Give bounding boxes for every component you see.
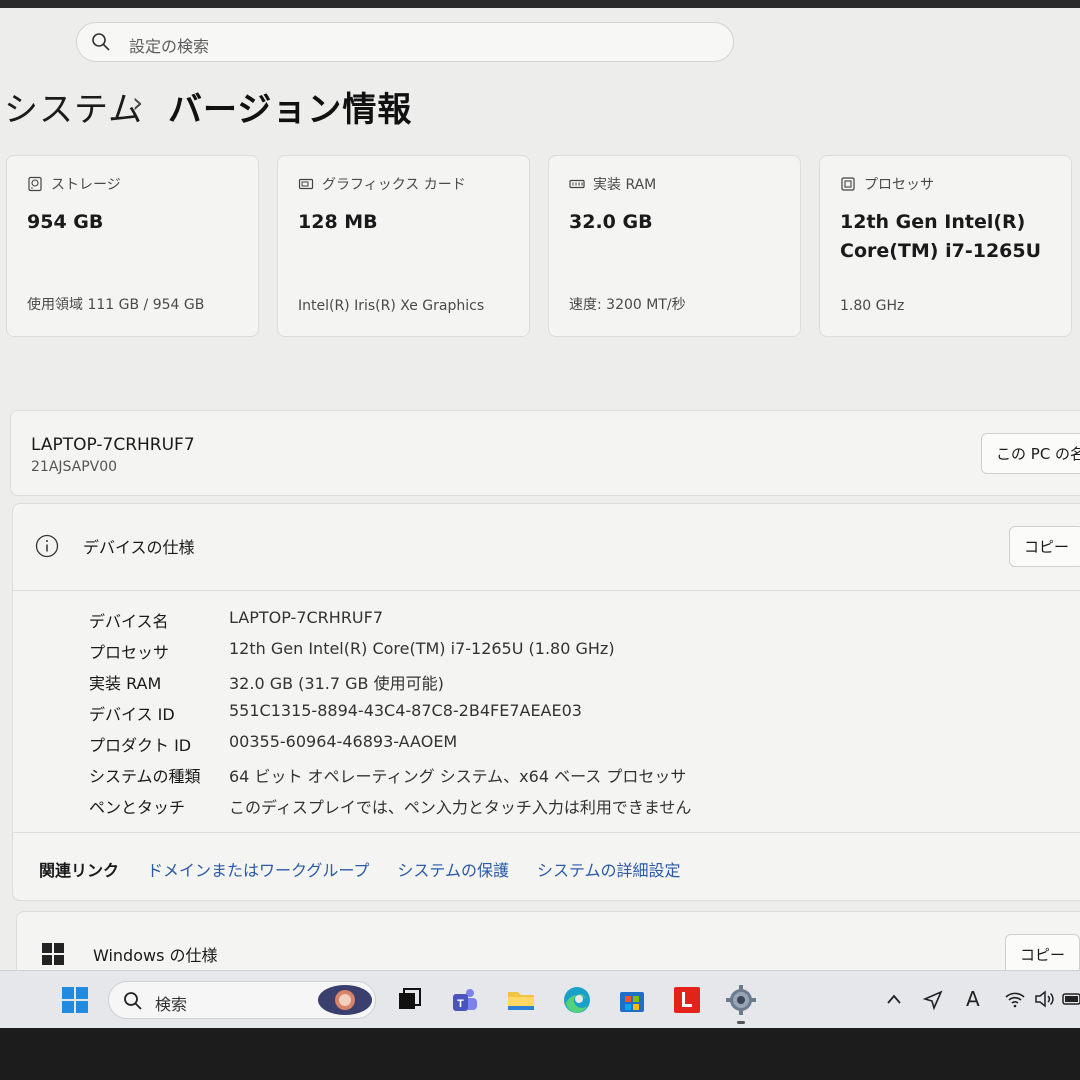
page-title: バージョン情報 bbox=[168, 90, 413, 130]
edge-button[interactable] bbox=[562, 985, 592, 1015]
graphics-card-value: 128 MB bbox=[298, 211, 378, 233]
spec-key: システムの種類 bbox=[89, 767, 201, 786]
start-button[interactable] bbox=[60, 985, 90, 1015]
storage-icon bbox=[28, 176, 42, 192]
gear-icon bbox=[726, 985, 756, 1015]
graphics-card-icon bbox=[298, 178, 314, 190]
store-icon bbox=[620, 992, 644, 1012]
related-links-label: 関連リンク bbox=[39, 861, 120, 880]
spec-value: 32.0 GB (31.7 GB 使用可能) bbox=[229, 674, 444, 693]
storage-card[interactable]: ストレージ 954 GB 使用領域 111 GB / 954 GB bbox=[6, 155, 259, 337]
settings-button[interactable] bbox=[726, 985, 756, 1015]
spec-value: 64 ビット オペレーティング システム、x64 ベース プロセッサ bbox=[229, 767, 687, 786]
graphics-card-card[interactable]: グラフィックス カード 128 MB Intel(R) Iris(R) Xe G… bbox=[277, 155, 530, 337]
copy-device-spec-button[interactable]: コピー bbox=[1009, 526, 1080, 567]
taskbar-search-input[interactable]: 検索 bbox=[108, 981, 376, 1019]
windows-start-icon bbox=[62, 987, 88, 1013]
search-placeholder: 設定の検索 bbox=[129, 37, 210, 56]
file-explorer-button[interactable] bbox=[506, 985, 536, 1015]
spec-key: デバイス ID bbox=[89, 705, 175, 724]
device-name-row: LAPTOP-7CRHRUF7 21AJSAPV00 この PC の名 bbox=[10, 410, 1080, 496]
processor-value: 12th Gen Intel(R) Core(TM) i7-1265U bbox=[840, 211, 1042, 262]
processor-icon bbox=[841, 177, 855, 191]
device-spec-section: デバイスの仕様 コピー デバイス名 LAPTOP-7CRHRUF7 プロセッサ 12… bbox=[12, 503, 1080, 901]
ram-value: 32.0 GB bbox=[569, 211, 653, 233]
graphics-card-label: グラフィックス カード bbox=[322, 177, 466, 193]
location-icon[interactable] bbox=[922, 989, 944, 1011]
breadcrumb-system[interactable]: システム bbox=[4, 82, 143, 131]
windows-spec-header[interactable]: Windows の仕様 bbox=[41, 942, 218, 966]
teams-button[interactable]: T bbox=[450, 985, 480, 1015]
settings-active-indicator bbox=[737, 1021, 745, 1024]
breadcrumb-separator: › bbox=[132, 86, 144, 119]
folder-icon bbox=[508, 992, 534, 1010]
storage-value: 954 GB bbox=[27, 211, 104, 233]
device-model: 21AJSAPV00 bbox=[31, 459, 118, 475]
settings-window: 設定の検索 システム › バージョン情報 ストレージ 954 GB 使用領域 1… bbox=[0, 0, 1080, 1028]
battery-icon[interactable] bbox=[1062, 991, 1080, 1007]
link-domain-workgroup[interactable]: ドメインまたはワークグループ bbox=[147, 857, 369, 881]
ram-label: 実装 RAM bbox=[593, 177, 657, 193]
link-system-protection[interactable]: システムの保護 bbox=[397, 857, 509, 881]
rename-pc-button[interactable]: この PC の名 bbox=[981, 433, 1080, 474]
ram-speed: 速度: 3200 MT/秒 bbox=[569, 297, 686, 313]
device-name: LAPTOP-7CRHRUF7 bbox=[31, 435, 195, 455]
copy-windows-spec-button[interactable]: コピー bbox=[1005, 934, 1080, 975]
storage-label: ストレージ bbox=[51, 177, 121, 193]
search-icon bbox=[92, 33, 110, 51]
spec-key: デバイス名 bbox=[89, 612, 169, 631]
bottom-bezel bbox=[0, 1028, 1080, 1080]
task-view-button[interactable] bbox=[394, 985, 424, 1015]
store-button[interactable] bbox=[617, 985, 647, 1015]
device-spec-header[interactable]: デバイスの仕様 bbox=[35, 534, 195, 558]
spec-value: このディスプレイでは、ペン入力とタッチ入力は利用できません bbox=[229, 798, 692, 817]
search-icon bbox=[124, 992, 142, 1010]
chevron-up-icon[interactable] bbox=[884, 991, 904, 1007]
task-view-icon bbox=[399, 988, 421, 1009]
spec-key: 実装 RAM bbox=[89, 674, 162, 693]
search-highlight-icon bbox=[318, 985, 372, 1015]
spec-value: 12th Gen Intel(R) Core(TM) i7-1265U (1.8… bbox=[229, 639, 615, 658]
spec-key: プロセッサ bbox=[89, 643, 170, 662]
spec-key: ペンとタッチ bbox=[89, 798, 186, 817]
volume-icon[interactable] bbox=[1034, 989, 1056, 1009]
spec-value: 00355-60964-46893-AAOEM bbox=[229, 732, 458, 751]
svg-text:T: T bbox=[457, 998, 464, 1010]
related-links: 関連リンク ドメインまたはワークグループ システムの保護 システムの詳細設定 bbox=[39, 857, 680, 881]
settings-search-input[interactable]: 設定の検索 bbox=[76, 22, 734, 62]
windows-spec-title: Windows の仕様 bbox=[93, 946, 218, 965]
storage-usage: 使用領域 111 GB / 954 GB bbox=[27, 297, 205, 313]
processor-card[interactable]: プロセッサ 12th Gen Intel(R) Core(TM) i7-1265… bbox=[819, 155, 1072, 337]
info-icon bbox=[35, 534, 59, 558]
edge-icon bbox=[564, 987, 590, 1013]
lenovo-l-icon bbox=[674, 987, 700, 1013]
device-spec-title: デバイスの仕様 bbox=[83, 538, 195, 557]
graphics-card-model: Intel(R) Iris(R) Xe Graphics bbox=[298, 298, 485, 314]
ime-indicator[interactable]: A bbox=[966, 987, 980, 1011]
spec-value: LAPTOP-7CRHRUF7 bbox=[229, 608, 384, 627]
divider bbox=[13, 590, 1080, 591]
processor-label: プロセッサ bbox=[864, 177, 934, 193]
processor-clock: 1.80 GHz bbox=[840, 298, 905, 314]
link-advanced-system-settings[interactable]: システムの詳細設定 bbox=[537, 857, 681, 881]
taskbar-search-placeholder: 検索 bbox=[155, 995, 188, 1014]
windows-logo-icon bbox=[42, 943, 64, 965]
ram-card[interactable]: 実装 RAM 32.0 GB 速度: 3200 MT/秒 bbox=[548, 155, 801, 337]
spec-value: 551C1315-8894-43C4-87C8-2B4FE7AEAE03 bbox=[229, 701, 582, 720]
top-bezel bbox=[0, 0, 1080, 8]
ram-icon bbox=[569, 179, 585, 189]
teams-icon: T bbox=[453, 989, 477, 1011]
taskbar: 検索 T A bbox=[0, 970, 1080, 1028]
wifi-icon[interactable] bbox=[1004, 989, 1026, 1009]
divider bbox=[13, 832, 1080, 833]
spec-key: プロダクト ID bbox=[89, 736, 192, 755]
lenovo-app-button[interactable] bbox=[672, 985, 702, 1015]
